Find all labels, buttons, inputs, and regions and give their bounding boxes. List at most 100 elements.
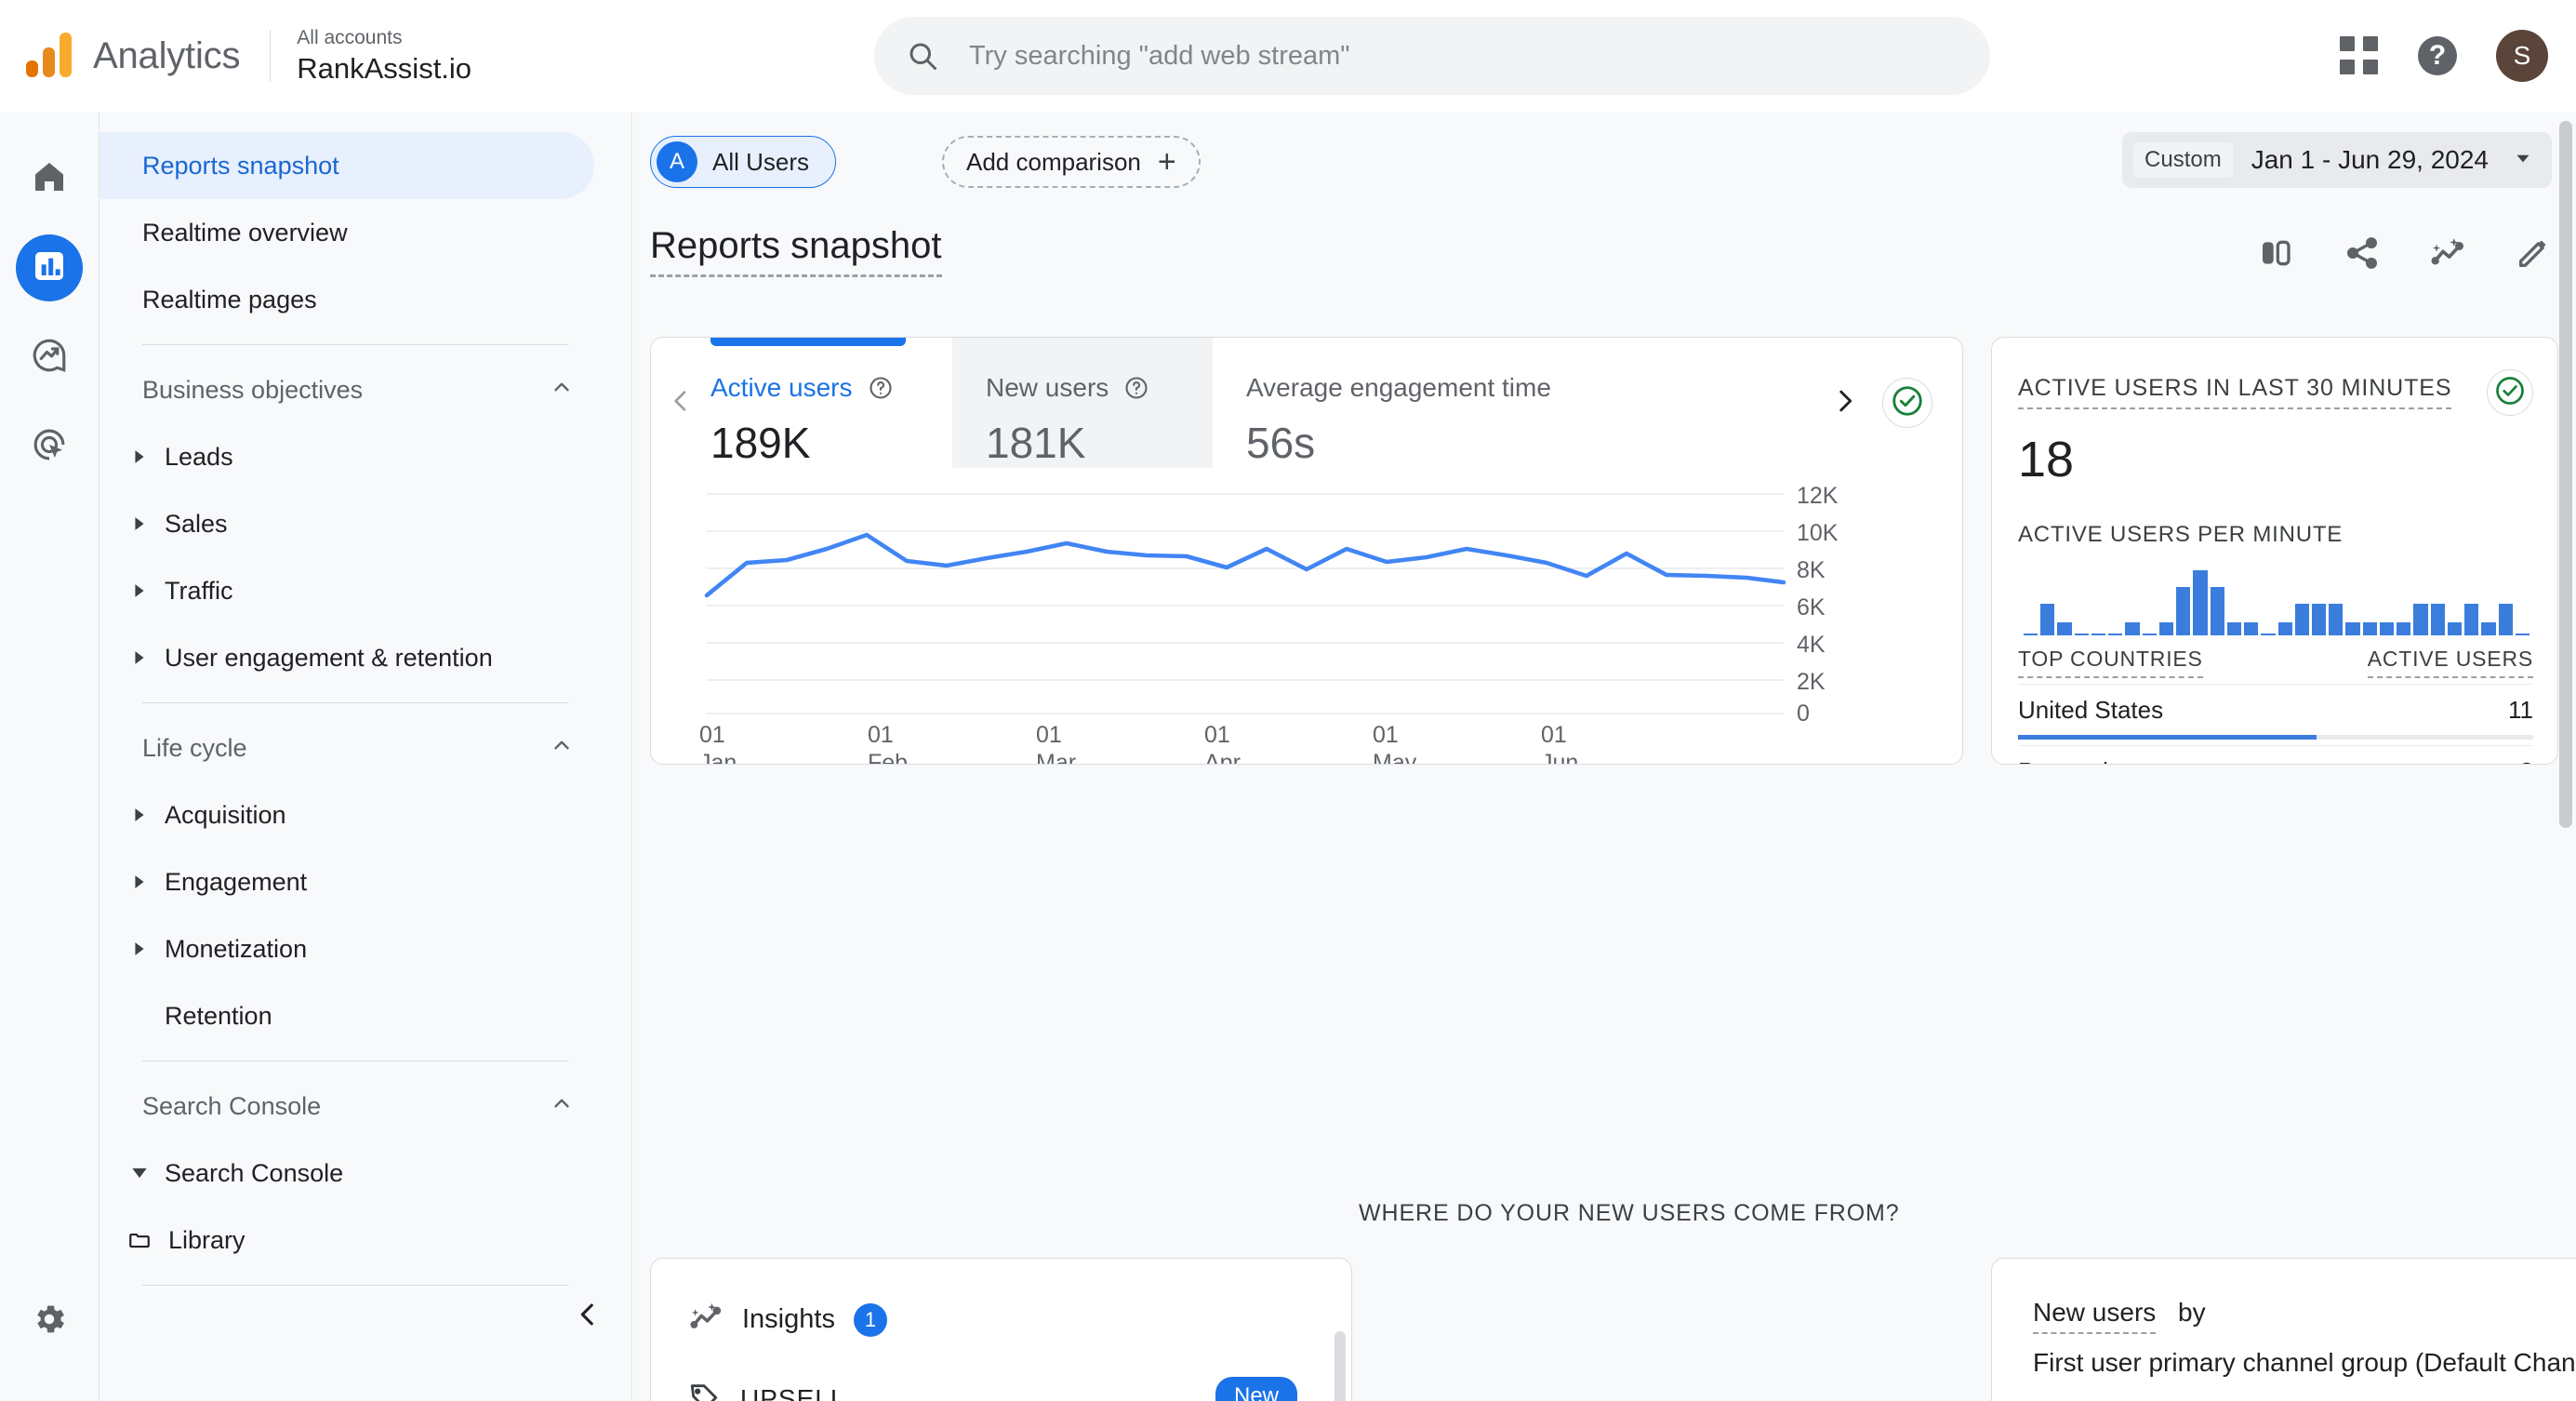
page-title: Reports snapshot — [650, 225, 942, 277]
column-header-top-countries: TOP COUNTRIES — [2018, 647, 2203, 678]
table-row[interactable]: Portugal 2 — [2018, 745, 2533, 764]
sidebar-item-traffic[interactable]: Traffic — [100, 557, 631, 624]
metric-prev-button[interactable] — [651, 338, 710, 468]
property-name: RankAssist.io — [297, 52, 472, 85]
sidebar-item-library[interactable]: Library — [100, 1207, 631, 1274]
country-name: United States — [2018, 696, 2164, 724]
sidebar-group-life-cycle[interactable]: Life cycle — [100, 714, 631, 781]
metric-value: 56s — [1246, 419, 1316, 467]
sidebar-item-monetization[interactable]: Monetization — [100, 915, 631, 982]
metric-label: New users — [986, 373, 1109, 402]
realtime-title: ACTIVE USERS IN LAST 30 MINUTES — [2018, 375, 2452, 409]
rail-item-home[interactable] — [16, 145, 83, 212]
product-name: Analytics — [93, 34, 241, 76]
divider — [142, 344, 568, 345]
sidebar-item-user-engagement-retention[interactable]: User engagement & retention — [100, 624, 631, 691]
sidebar-item-label: Library — [168, 1225, 246, 1254]
caret-right-icon — [127, 937, 152, 961]
account-selector[interactable]: All accounts RankAssist.io — [297, 25, 471, 87]
reports-bar-chart-icon — [31, 247, 68, 289]
sidebar-group-business-objectives[interactable]: Business objectives — [100, 356, 631, 423]
help-circle-icon[interactable] — [1123, 375, 1149, 401]
rail-item-explore[interactable] — [16, 413, 83, 480]
sidebar-item-acquisition[interactable]: Acquisition — [100, 781, 631, 848]
new-badge: New — [1215, 1377, 1297, 1401]
sidebar-item-label: Reports snapshot — [142, 151, 339, 180]
chevron-up-icon — [550, 375, 574, 406]
chevron-up-icon — [550, 1091, 574, 1122]
account-label: All accounts — [297, 27, 403, 48]
top-app-bar: Analytics All accounts RankAssist.io Try… — [0, 0, 2576, 112]
metric-label: Average engagement time — [1246, 373, 1551, 402]
tag-icon — [688, 1381, 720, 1401]
metric-next-button[interactable] — [1808, 338, 1882, 468]
sidebar-item-reports-snapshot[interactable]: Reports snapshot — [100, 132, 594, 199]
avatar[interactable]: S — [2496, 30, 2548, 82]
dimension-label: First user primary channel group (Defaul… — [2033, 1348, 2576, 1377]
add-comparison-button[interactable]: Add comparison + — [942, 136, 1201, 188]
metric-new-users[interactable]: New users 181K — [952, 338, 1213, 468]
metric-avg-engagement-time[interactable]: Average engagement time 56s — [1213, 338, 1585, 468]
search-input[interactable]: Try searching "add web stream" — [969, 41, 1350, 72]
analytics-logo-icon[interactable] — [24, 29, 78, 83]
gear-icon — [30, 1305, 69, 1342]
metric-strip: Active users 189K New users 181K Average… — [651, 338, 1962, 468]
help-circle-icon[interactable] — [868, 375, 894, 401]
rail-item-advertising[interactable] — [16, 324, 83, 391]
new-users-source-card: New users by First user primary channel … — [1991, 1258, 2576, 1401]
share-icon[interactable] — [2344, 234, 2381, 276]
new-users-metric-label[interactable]: New users — [2033, 1298, 2157, 1334]
caret-right-icon — [127, 870, 152, 894]
status-badge[interactable] — [1882, 378, 1932, 428]
sidebar-group-search-console[interactable]: Search Console — [100, 1073, 631, 1140]
sidebar-item-label: Acquisition — [165, 800, 286, 829]
metric-active-users[interactable]: Active users 189K — [710, 338, 952, 468]
compare-panels-icon[interactable] — [2258, 234, 2295, 276]
check-circle-icon — [2493, 374, 2527, 412]
sidebar-item-retention[interactable]: Retention — [100, 982, 631, 1049]
insights-sparkle-icon[interactable] — [2429, 234, 2466, 276]
sidebar-item-sales[interactable]: Sales — [100, 490, 631, 557]
sidebar-item-label: Realtime overview — [142, 218, 348, 247]
plus-icon: + — [1157, 144, 1176, 180]
sidebar-item-label: Sales — [165, 509, 228, 538]
segment-avatar: A — [657, 141, 697, 182]
sidebar-item-search-console[interactable]: Search Console — [100, 1140, 631, 1207]
sidebar-item-label: Monetization — [165, 934, 308, 963]
icon-rail — [0, 112, 100, 1401]
page-actions — [2258, 234, 2552, 276]
sidebar-item-engagement[interactable]: Engagement — [100, 848, 631, 915]
sidebar-item-leads[interactable]: Leads — [100, 423, 631, 490]
pencil-edit-icon[interactable] — [2515, 234, 2552, 276]
settings-button[interactable] — [30, 1300, 69, 1343]
apps-grid-icon[interactable] — [2340, 36, 2379, 75]
top-bar-actions: ? S — [2340, 0, 2548, 112]
insights-scrollbar[interactable] — [1334, 1331, 1346, 1401]
sidebar-item-realtime-overview[interactable]: Realtime overview — [100, 199, 594, 266]
segment-chip-all-users[interactable]: A All Users — [650, 136, 837, 188]
rail-item-reports[interactable] — [16, 234, 83, 301]
date-range-picker[interactable]: Custom Jan 1 - Jun 29, 2024 — [2122, 132, 2552, 188]
table-row[interactable]: United States 11 — [2018, 684, 2533, 745]
help-question-icon[interactable]: ? — [2418, 36, 2457, 75]
sidebar-collapse-button[interactable] — [555, 1284, 620, 1349]
country-name: Portugal — [2018, 757, 2108, 764]
page-scrollbar[interactable] — [2559, 121, 2572, 828]
metric-value: 181K — [986, 419, 1086, 467]
realtime-table-header: TOP COUNTRIES ACTIVE USERS — [2018, 647, 2533, 678]
status-badge[interactable] — [2487, 369, 2533, 416]
dimension-selector[interactable]: First user primary channel group (Defaul… — [2033, 1348, 2576, 1378]
upsell-row[interactable]: UPSELL New — [651, 1340, 1351, 1401]
realtime-country-table: United States 11 Portugal 2 Australia 1 … — [2018, 684, 2533, 764]
sidebar-item-realtime-pages[interactable]: Realtime pages — [100, 266, 594, 333]
insights-card: Insights 1 UPSELL New — [650, 1258, 1352, 1401]
search-bar[interactable]: Try searching "add web stream" — [874, 17, 1990, 95]
active-users-per-minute-bar-chart — [2024, 561, 2530, 635]
chevron-left-icon — [666, 386, 696, 420]
sidebar-group-label: Search Console — [142, 1091, 322, 1120]
report-controls: A All Users Add comparison + Custom Jan … — [633, 112, 2576, 205]
sidebar-group-label: Business objectives — [142, 375, 364, 404]
chevron-up-icon — [550, 733, 574, 764]
insights-header[interactable]: Insights 1 — [651, 1259, 1351, 1340]
